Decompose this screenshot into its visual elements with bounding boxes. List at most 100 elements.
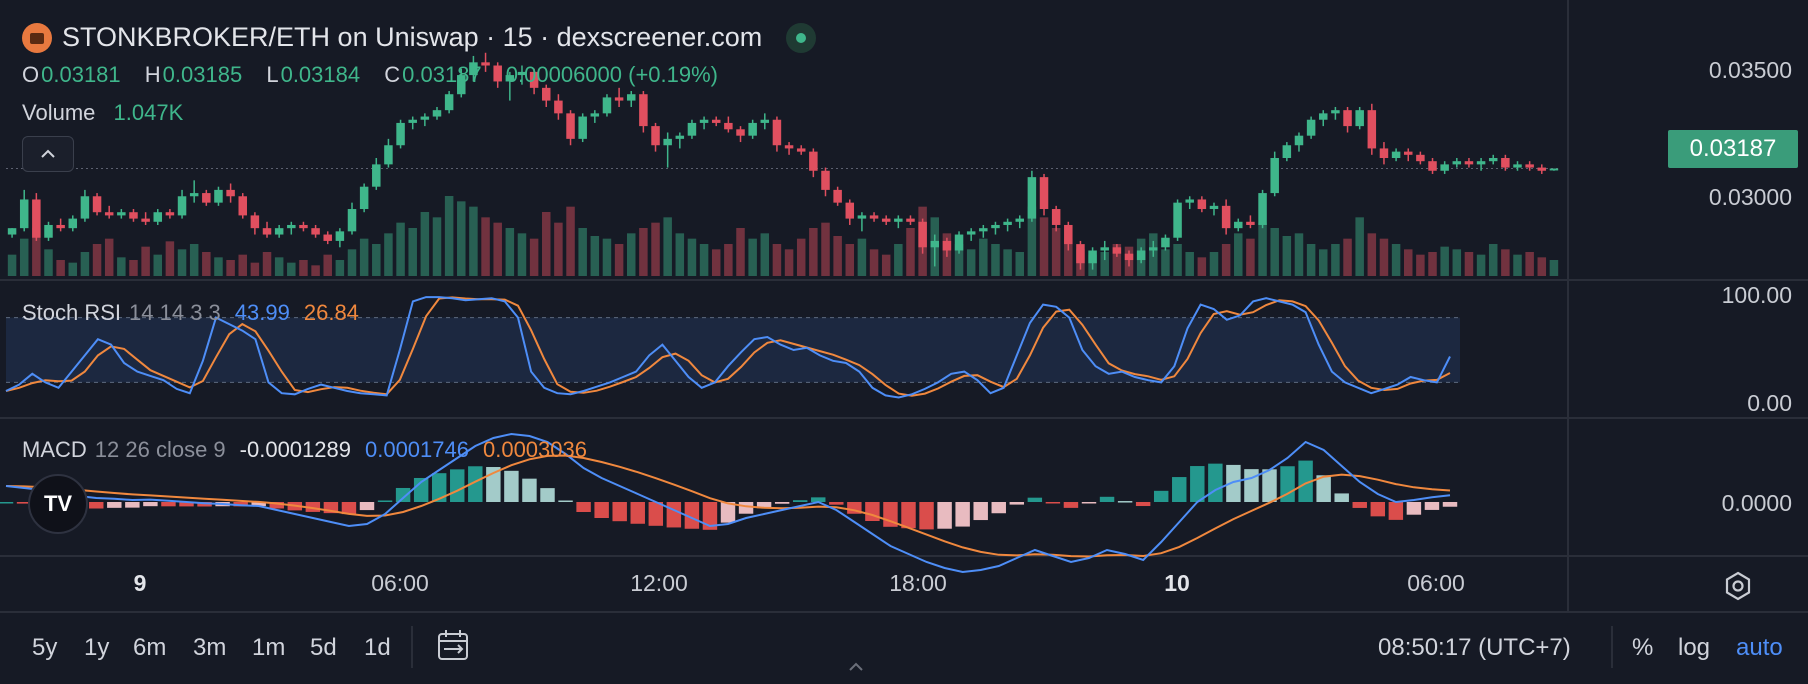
volume-bar: [129, 260, 138, 276]
calendar-range-icon[interactable]: [436, 628, 470, 662]
candle-body: [311, 228, 320, 235]
candle-body: [274, 228, 284, 235]
volume-bar: [19, 238, 29, 276]
volume-bar: [1270, 228, 1279, 276]
volume-bar: [590, 236, 600, 276]
volume-bar: [1367, 233, 1377, 276]
candle-body: [1501, 158, 1510, 168]
stoch-rsi-legend[interactable]: Stoch RSI 14 14 3 3 43.99 26.84: [22, 300, 359, 326]
range-1m-button[interactable]: 1m: [252, 634, 285, 662]
price-change: 0.00006000 (+0.19%): [505, 62, 719, 87]
candle-body: [954, 234, 964, 251]
candle-body: [1306, 119, 1316, 136]
candle-body: [226, 189, 235, 197]
chart-title-row: STONKBROKER/ETH on Uniswap · 15 · dexscr…: [22, 22, 817, 53]
candle-body: [857, 215, 867, 219]
percent-scale-button[interactable]: %: [1632, 634, 1653, 662]
volume-bar: [481, 217, 490, 276]
resize-handle-icon[interactable]: [846, 660, 866, 674]
macd-histogram-bar: [1442, 502, 1458, 507]
range-5y-button[interactable]: 5y: [32, 634, 57, 662]
candle-body: [420, 116, 430, 120]
candle-body: [1549, 168, 1559, 171]
volume-bar: [894, 244, 903, 276]
volume-bar: [517, 233, 527, 276]
candle-body: [1027, 177, 1037, 219]
candle-body: [578, 116, 587, 139]
volume-bar: [1319, 249, 1328, 276]
volume-bar: [1209, 252, 1219, 276]
candle-body: [1076, 244, 1085, 264]
macd-histogram-bar: [540, 488, 555, 502]
candle-body: [1197, 199, 1207, 210]
ohlc-low-value: 0.03184: [280, 62, 361, 87]
candle-body: [614, 97, 624, 101]
candle-body: [1112, 247, 1122, 254]
candle-body: [372, 164, 381, 187]
log-scale-button[interactable]: log: [1678, 634, 1710, 662]
range-3m-button[interactable]: 3m: [193, 634, 226, 662]
volume-bar: [784, 249, 794, 276]
stoch-axis-label: 0.00: [1747, 390, 1792, 416]
candle-body: [1294, 135, 1304, 146]
volume-bar: [578, 228, 587, 276]
volume-bar: [177, 249, 187, 276]
auto-scale-button[interactable]: auto: [1736, 634, 1783, 662]
candle-body: [1246, 221, 1255, 225]
candle-body: [675, 135, 685, 139]
volume-bar: [384, 233, 393, 276]
candle-body: [1440, 164, 1449, 171]
tradingview-logo[interactable]: TV: [28, 474, 88, 534]
volume-bar: [1197, 257, 1207, 276]
range-1d-button[interactable]: 1d: [364, 634, 391, 662]
candle-body: [141, 218, 150, 222]
macd-histogram-bar: [1352, 502, 1367, 508]
volume-bar: [493, 222, 502, 276]
volume-bar: [1282, 236, 1292, 276]
volume-bar: [724, 244, 733, 276]
volume-bar: [1343, 238, 1352, 276]
candle-body: [833, 189, 842, 203]
macd-histogram-bar: [1406, 502, 1422, 515]
settings-icon[interactable]: [1722, 570, 1754, 602]
volume-bar: [1440, 246, 1449, 276]
live-status-icon[interactable]: [786, 22, 817, 53]
volume-bar: [566, 206, 575, 276]
candle-body: [1039, 177, 1049, 210]
volume-bar: [287, 262, 296, 276]
volume-bar: [117, 257, 126, 276]
volume-label: Volume: [22, 100, 96, 125]
candle-body: [7, 228, 17, 235]
volume-bar: [1549, 260, 1559, 276]
candle-body: [1258, 193, 1267, 225]
volume-bar: [760, 233, 770, 276]
macd-histogram-bar: [1262, 469, 1277, 502]
range-5d-button[interactable]: 5d: [310, 634, 337, 662]
macd-legend[interactable]: MACD 12 26 close 9 -0.0001289 0.0001746 0.00…: [22, 437, 587, 463]
volume-bar: [966, 249, 976, 276]
clock-timezone[interactable]: 08:50:17 (UTC+7): [1378, 634, 1571, 662]
volume-bar: [772, 244, 782, 276]
volume-bar: [1185, 252, 1194, 276]
volume-bar: [821, 222, 830, 276]
volume-bar: [1161, 249, 1170, 276]
macd-histogram-bar: [359, 502, 375, 511]
candle-body: [1537, 167, 1547, 171]
range-6m-button[interactable]: 6m: [133, 634, 166, 662]
candle-body: [1416, 154, 1425, 162]
candle-body: [1003, 221, 1012, 225]
candle-body: [772, 119, 782, 146]
volume-bar: [311, 265, 320, 276]
macd-name: MACD: [22, 437, 87, 462]
range-1y-button[interactable]: 1y: [84, 634, 109, 662]
volume-bar: [699, 244, 709, 276]
macd-histogram-bar: [395, 487, 411, 502]
macd-histogram-bar: [774, 502, 790, 504]
candle-body: [1209, 205, 1219, 210]
candle-body: [566, 113, 575, 139]
macd-histogram-bar: [450, 469, 465, 502]
candle-body: [1064, 224, 1073, 245]
collapse-legend-button[interactable]: [22, 136, 74, 172]
candle-body: [444, 94, 454, 111]
volume-bar: [396, 222, 405, 276]
